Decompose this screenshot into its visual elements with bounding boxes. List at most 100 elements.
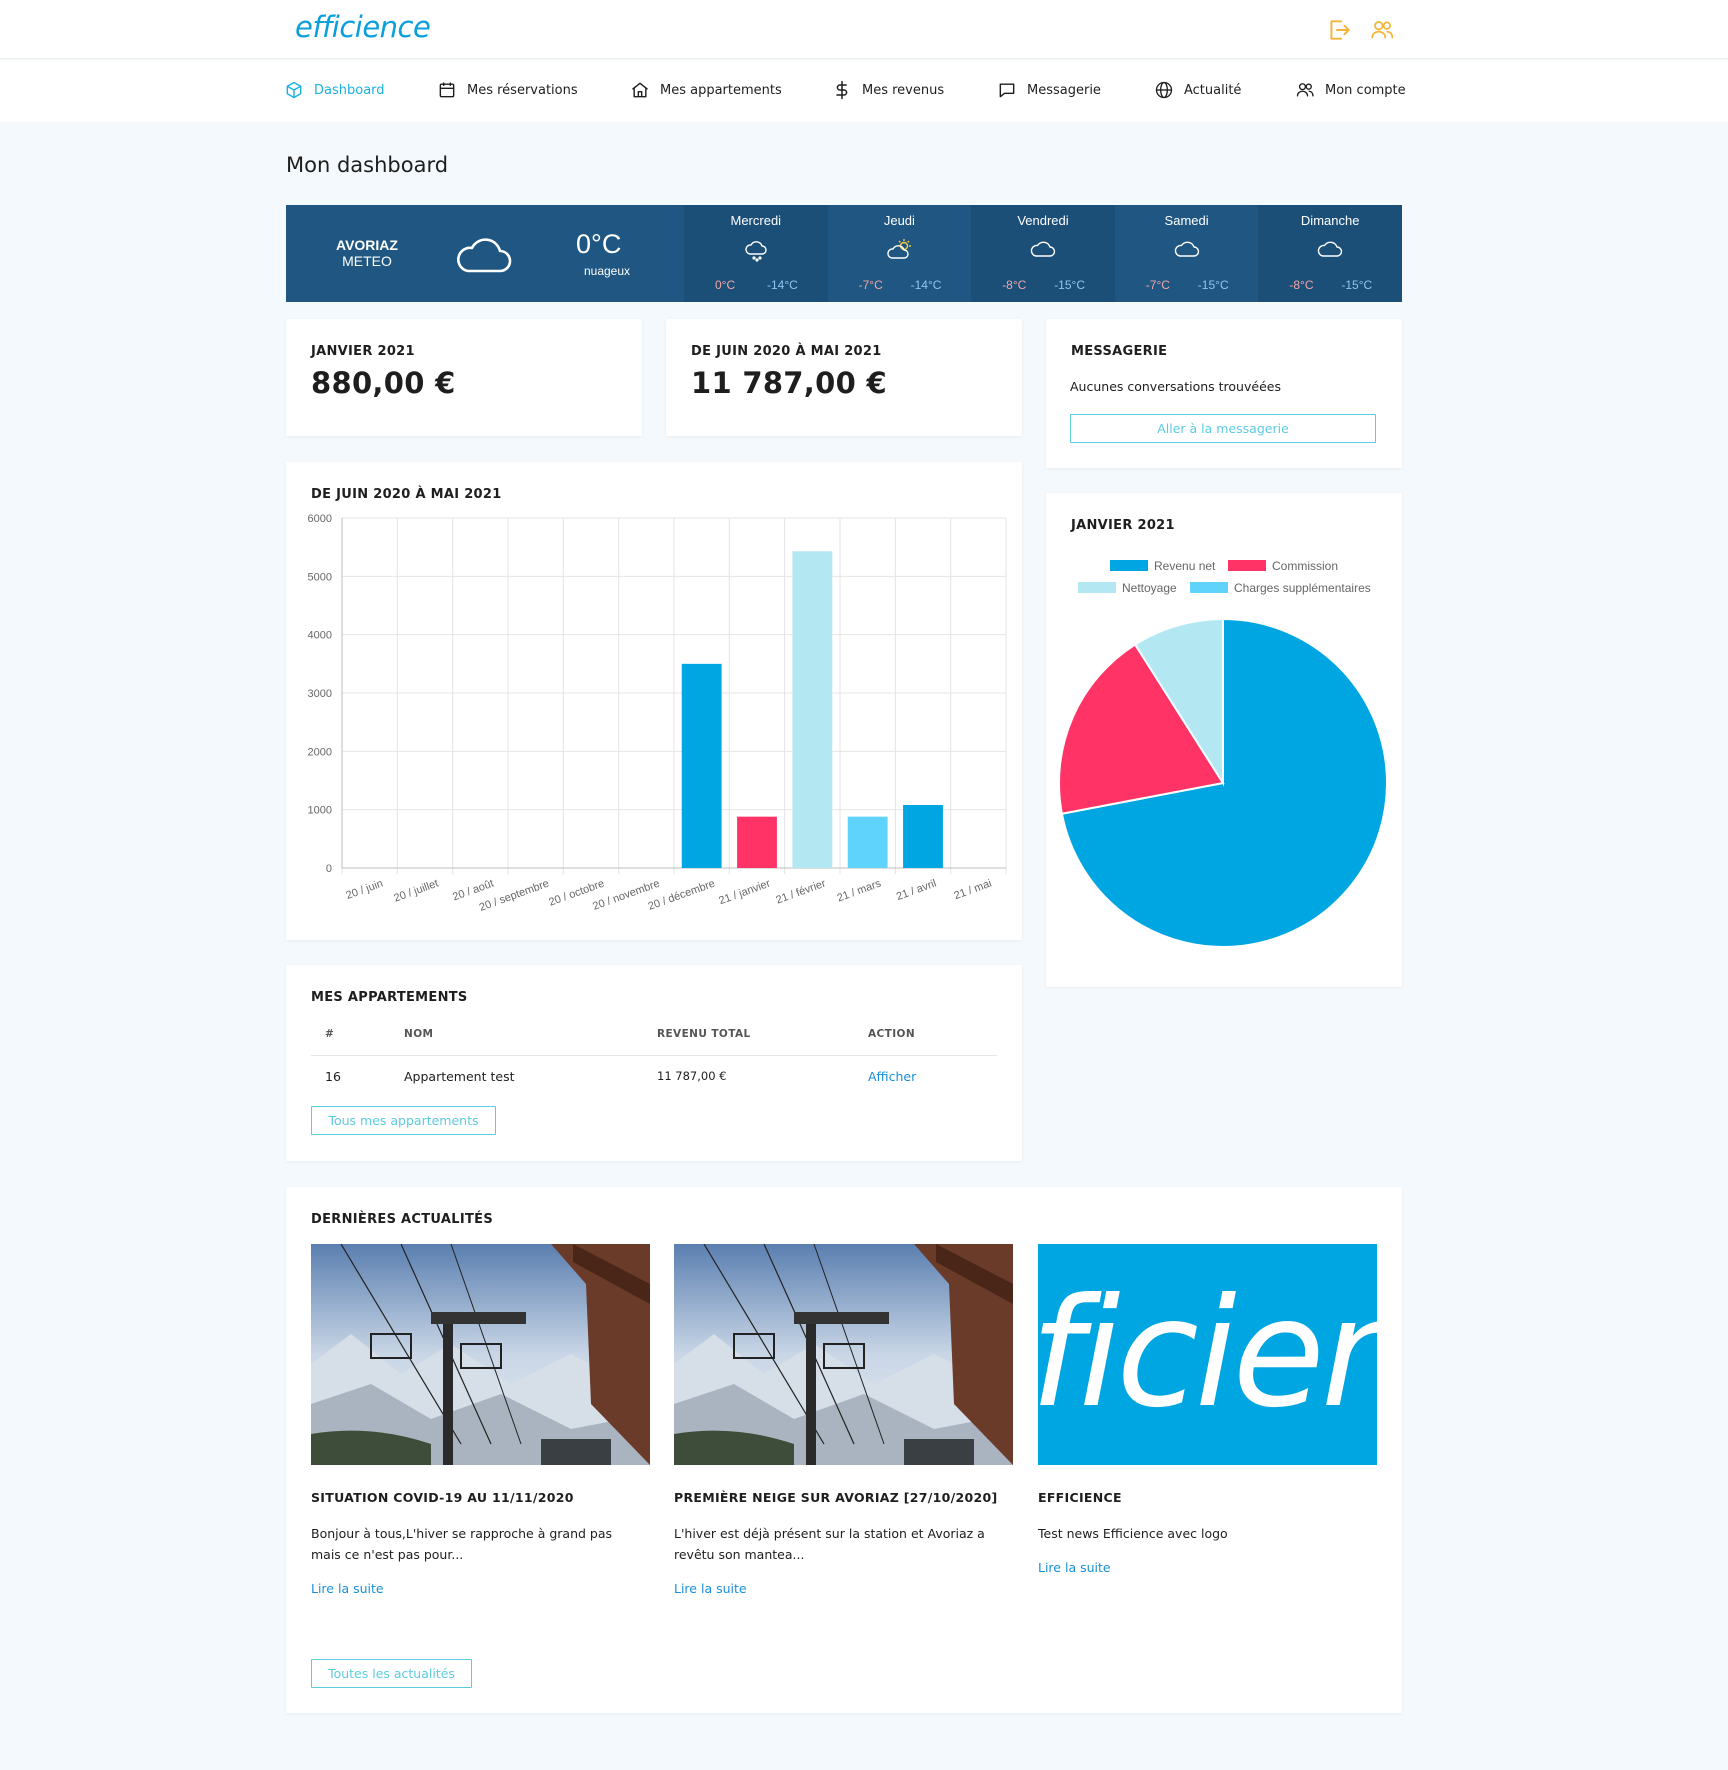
weather-day: Samedi -7°C -15°C bbox=[1115, 205, 1259, 302]
row-name: Appartement test bbox=[404, 1069, 515, 1084]
news-read-more-link[interactable]: Lire la suite bbox=[1038, 1560, 1111, 1575]
all-apartments-button[interactable]: Tous mes appartements bbox=[311, 1106, 496, 1135]
news-item-title: EFFICIENCE bbox=[1038, 1490, 1122, 1505]
news-read-more-link[interactable]: Lire la suite bbox=[311, 1581, 384, 1596]
messagerie-button[interactable]: Aller à la messagerie bbox=[1070, 414, 1376, 443]
nav-item-compte[interactable]: Mon compte bbox=[1295, 80, 1406, 100]
col-header-revenue: REVENU TOTAL bbox=[657, 1028, 751, 1040]
news-item-title: PREMIÈRE NEIGE SUR AVORIAZ [27/10/2020] bbox=[674, 1490, 998, 1505]
bar-21-mars bbox=[847, 816, 888, 868]
messagerie-card: MESSAGERIE Aucunes conversations trouvéé… bbox=[1046, 319, 1402, 468]
bar-chart-card: DE JUIN 2020 À MAI 2021 0 1000 2000 3000 400… bbox=[286, 462, 1022, 940]
legend-swatch bbox=[1110, 560, 1148, 571]
weather-subtitle: METEO bbox=[342, 253, 392, 269]
col-header-name: NOM bbox=[404, 1028, 434, 1040]
logo-image-text: ficien bbox=[1038, 1267, 1377, 1441]
y-tick-label: 6000 bbox=[308, 513, 332, 525]
col-header-id: # bbox=[325, 1028, 335, 1040]
logout-icon[interactable] bbox=[1326, 17, 1352, 43]
nav-item-messagerie[interactable]: Messagerie bbox=[997, 80, 1101, 100]
weather-day-name: Vendredi bbox=[1017, 213, 1069, 228]
nav-item-revenus[interactable]: Mes revenus bbox=[832, 80, 944, 100]
message-icon bbox=[999, 83, 1015, 98]
bar-20-d-cembre bbox=[681, 663, 722, 868]
stat-card-year: DE JUIN 2020 À MAI 2021 11 787,00 € bbox=[666, 319, 1022, 436]
calendar-icon bbox=[439, 82, 455, 98]
users-icon bbox=[1296, 83, 1314, 97]
stat-year-value: 11 787,00 € bbox=[691, 366, 887, 400]
weather-banner: AVORIAZ METEO 0°C nuageux Mercredi 0°C -14… bbox=[286, 205, 1402, 302]
legend-swatch bbox=[1078, 582, 1116, 593]
legend-swatch bbox=[1190, 582, 1228, 593]
legend-swatch bbox=[1228, 560, 1266, 571]
weather-day: Jeudi -7°C -14°C bbox=[828, 205, 972, 302]
weather-day: Vendredi -8°C -15°C bbox=[971, 205, 1115, 302]
col-header-action: ACTION bbox=[868, 1028, 916, 1040]
weather-city-name: AVORIAZ bbox=[336, 237, 398, 253]
x-tick-label: 21 / mars bbox=[835, 877, 883, 904]
pie-chart-card: JANVIER 2021 Revenu net Commission Nettoya… bbox=[1046, 493, 1402, 987]
nav-label: Dashboard bbox=[314, 82, 385, 98]
news-read-more-link[interactable]: Lire la suite bbox=[674, 1581, 747, 1596]
efficience-logo[interactable]: efficience bbox=[295, 10, 431, 44]
cloud-icon bbox=[457, 238, 512, 273]
main-nav: Dashboard Mes réservations Mes apparteme… bbox=[0, 60, 1728, 122]
page-title: Mon dashboard bbox=[286, 153, 449, 177]
users-icon[interactable] bbox=[1369, 17, 1395, 43]
news-item-body: Test news Efficience avec logo bbox=[1038, 1526, 1228, 1541]
dollar-icon bbox=[836, 80, 848, 100]
weather-day-low: -15°C bbox=[1197, 278, 1229, 292]
nav-label: Messagerie bbox=[1027, 82, 1101, 98]
nav-item-reservations[interactable]: Mes réservations bbox=[437, 80, 578, 100]
weather-temp: 0°C bbox=[576, 229, 622, 259]
snow-cloud-icon bbox=[745, 241, 767, 262]
nav-item-actualite[interactable]: Actualité bbox=[1154, 80, 1241, 100]
ski-lift-illustration bbox=[674, 1244, 1013, 1465]
news-card: DERNIÈRES ACTUALITÉS SITUATION COVID-19 … bbox=[286, 1187, 1402, 1713]
weather-day-name: Jeudi bbox=[883, 213, 915, 228]
x-tick-label: 21 / mai bbox=[952, 878, 993, 903]
stat-card-month: JANVIER 2021 880,00 € bbox=[286, 319, 642, 436]
weather-day-high: -7°C bbox=[1145, 278, 1170, 292]
weather-day-low: -15°C bbox=[1341, 278, 1373, 292]
messagerie-title: MESSAGERIE bbox=[1071, 344, 1168, 359]
nav-label: Actualité bbox=[1184, 82, 1242, 98]
nav-label: Mes réservations bbox=[467, 82, 578, 98]
stat-month-value: 880,00 € bbox=[311, 366, 456, 400]
weather-day-name: Mercredi bbox=[730, 213, 782, 228]
weather-day-high: -8°C bbox=[1289, 278, 1314, 292]
weather-day-high: 0°C bbox=[715, 278, 736, 292]
sun-cloud-icon bbox=[886, 239, 911, 259]
stat-month-label: JANVIER 2021 bbox=[311, 344, 415, 359]
cloud-icon bbox=[1174, 241, 1199, 257]
legend-label: Revenu net bbox=[1154, 559, 1216, 573]
home-icon bbox=[632, 82, 648, 98]
efficience-logo-image[interactable]: ficien bbox=[1038, 1244, 1377, 1465]
y-tick-label: 5000 bbox=[308, 571, 332, 583]
legend-label: Commission bbox=[1272, 559, 1338, 573]
news-item-body: L'hiver est déjà présent sur la station … bbox=[674, 1526, 985, 1562]
weather-city: AVORIAZ METEO bbox=[336, 237, 398, 269]
weather-day-high: -8°C bbox=[1002, 278, 1027, 292]
row-action-afficher[interactable]: Afficher bbox=[868, 1069, 916, 1084]
ski-lift-photo[interactable] bbox=[674, 1244, 1013, 1465]
cloud-icon bbox=[1030, 241, 1056, 257]
top-bar: efficience bbox=[0, 0, 1728, 59]
cloud-icon bbox=[1318, 241, 1343, 257]
apartments-card: MES APPARTEMENTS # NOM REVENU TOTAL ACTI… bbox=[286, 965, 1022, 1161]
nav-item-appartements[interactable]: Mes appartements bbox=[630, 80, 782, 100]
weather-day-name: Samedi bbox=[1164, 213, 1209, 228]
bar-21-avril bbox=[903, 805, 943, 868]
stat-year-label: DE JUIN 2020 À MAI 2021 bbox=[691, 344, 882, 359]
x-tick-label: 21 / janvier bbox=[717, 877, 772, 907]
legend-label: Charges supplémentaires bbox=[1234, 581, 1371, 595]
all-news-button[interactable]: Toutes les actualités bbox=[311, 1659, 472, 1688]
table-divider bbox=[311, 1055, 997, 1056]
news-item-title: SITUATION COVID-19 AU 11/11/2020 bbox=[311, 1490, 574, 1505]
nav-item-dashboard[interactable]: Dashboard bbox=[284, 80, 385, 100]
globe-icon bbox=[1155, 81, 1173, 99]
nav-label: Mon compte bbox=[1325, 82, 1406, 98]
ski-lift-photo[interactable] bbox=[311, 1244, 650, 1465]
weather-day-high: -7°C bbox=[858, 278, 883, 292]
pie-chart: Revenu net Commission Nettoyage Charges sup… bbox=[1058, 559, 1388, 948]
